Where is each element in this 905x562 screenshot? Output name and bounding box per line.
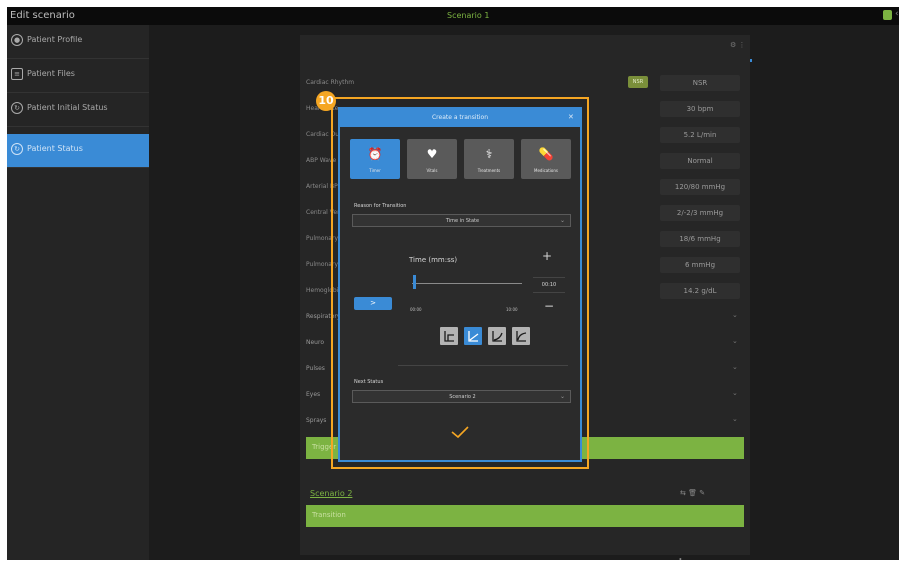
vital-value[interactable]: Normal (660, 153, 740, 169)
sidebar-item-label: Patient Initial Status (27, 103, 108, 112)
vital-value[interactable]: 6 mmHg (660, 257, 740, 273)
reason-label: Reason for Transition (354, 203, 407, 209)
curve-step-icon (444, 331, 454, 342)
chevron-down-icon: ⌄ (732, 389, 738, 397)
curve-linear-icon (468, 331, 479, 342)
tab-medications[interactable]: 💊 Medications (521, 139, 571, 179)
time-slider[interactable] (412, 283, 522, 284)
vital-value[interactable]: 14.2 g/dL (660, 283, 740, 299)
next-status-label: Next Status (354, 379, 384, 385)
sidebar-item-patient-profile[interactable]: ● Patient Profile (7, 25, 149, 59)
window-title: Edit scenario (10, 10, 75, 21)
chevron-down-icon: ⌄ (732, 311, 738, 319)
scenario-title: Scenario 1 (447, 11, 490, 20)
section-label: Pulses (306, 365, 325, 372)
user-icon: ● (11, 34, 23, 46)
vital-value[interactable]: 120/80 mmHg (660, 179, 740, 195)
tab-timer[interactable]: ⏰ Timer (350, 139, 400, 179)
heart-icon: ♥ (426, 147, 438, 161)
divider (398, 365, 568, 366)
next-button[interactable]: > (354, 297, 392, 310)
tab-vitals[interactable]: ♥ Vitals (407, 139, 457, 179)
status-icon: ↻ (11, 102, 23, 114)
sidebar-item-patient-files[interactable]: ≡ Patient Files (7, 59, 149, 93)
sidebar-item-patient-initial-status[interactable]: ↻ Patient Initial Status (7, 93, 149, 127)
next-status-value: Scenario 2 (449, 394, 476, 400)
reason-select[interactable]: Time in State ⌄ (352, 214, 571, 227)
curve-ease-out-icon (516, 331, 527, 342)
slider-max-label: 10:00 (506, 307, 518, 312)
transition-bar[interactable]: Transition (306, 505, 744, 527)
vital-value[interactable]: 5.2 L/min (660, 127, 740, 143)
tab-label: Medications (534, 168, 558, 173)
chevron-down-icon: ⌄ (732, 363, 738, 371)
increment-button[interactable]: + (542, 249, 552, 263)
slider-min-label: 00:00 (410, 307, 422, 312)
sidebar-item-patient-status[interactable]: ↻ Patient Status (7, 134, 149, 168)
tab-label: Treatments (477, 168, 501, 173)
save-icon[interactable] (883, 10, 892, 20)
time-label: Time (mm:ss) (409, 256, 458, 264)
vital-value[interactable]: 30 bpm (660, 101, 740, 117)
scenario-actions-icon[interactable]: ⇆ 🗑 ✎ (680, 489, 705, 497)
reason-value: Time in State (445, 218, 480, 224)
create-transition-dialog: Create a transition ✕ ⏰ Timer ♥ Vitals ⚕… (338, 107, 582, 462)
curve-step-button[interactable] (440, 327, 458, 345)
transition-label: Transition (312, 511, 346, 519)
next-status-select[interactable]: Scenario 2 ⌄ (352, 390, 571, 403)
vital-row: Cardiac Rhythm NSR NSR (300, 71, 750, 97)
section-label: Neuro (306, 339, 324, 346)
status-icon: ↻ (11, 143, 23, 155)
scenario-2-link[interactable]: Scenario 2 (310, 489, 352, 498)
section-label: Eyes (306, 391, 321, 398)
curve-ease-in-button[interactable] (488, 327, 506, 345)
chevron-down-icon: ⌄ (732, 337, 738, 345)
timer-icon: ⏰ (367, 147, 383, 161)
dialog-title: Create a transition (431, 114, 488, 121)
close-icon[interactable]: ✕ (568, 113, 574, 121)
panel-options-icon[interactable]: ⚙ ⋮ (730, 41, 746, 49)
vital-value[interactable]: 18/6 mmHg (660, 231, 740, 247)
tab-label: Vitals (426, 168, 438, 173)
tab-label: Timer (369, 168, 381, 173)
chevron-down-icon: ⌄ (732, 415, 738, 423)
add-icon[interactable]: + (672, 552, 689, 560)
decrement-button[interactable]: − (544, 299, 554, 313)
section-label: Sprays (306, 417, 327, 424)
annotation-badge: 10 (316, 91, 336, 111)
vital-value[interactable]: 2/-2/3 mmHg (660, 205, 740, 221)
nsr-button[interactable]: NSR (628, 76, 648, 88)
title-bar: Edit scenario Scenario 1 ‹ (7, 7, 899, 25)
curve-ease-in-icon (492, 331, 503, 342)
sidebar: ● Patient Profile ≡ Patient Files ↻ Pati… (7, 25, 149, 560)
chevron-down-icon: ⌄ (560, 217, 566, 224)
curve-linear-button[interactable] (464, 327, 482, 345)
file-icon: ≡ (11, 68, 23, 80)
confirm-check-icon[interactable] (450, 425, 470, 439)
sidebar-item-label: Patient Status (27, 144, 83, 153)
medication-icon: 💊 (538, 147, 554, 161)
sidebar-item-label: Patient Files (27, 69, 75, 78)
sidebar-item-label: Patient Profile (27, 35, 83, 44)
app-window: Edit scenario Scenario 1 ‹ ● Patient Pro… (7, 7, 899, 560)
vital-value[interactable]: NSR (660, 75, 740, 91)
more-icon[interactable]: ‹ (895, 9, 899, 19)
chevron-down-icon: ⌄ (560, 393, 566, 400)
time-value-field[interactable]: 00:10 (533, 277, 565, 293)
slider-handle[interactable] (412, 275, 416, 289)
vital-name: Cardiac Rhythm (306, 79, 355, 86)
treatment-icon: ⚕ (485, 147, 493, 161)
curve-ease-out-button[interactable] (512, 327, 530, 345)
dialog-header: Create a transition ✕ (340, 109, 580, 127)
tab-treatments[interactable]: ⚕ Treatments (464, 139, 514, 179)
